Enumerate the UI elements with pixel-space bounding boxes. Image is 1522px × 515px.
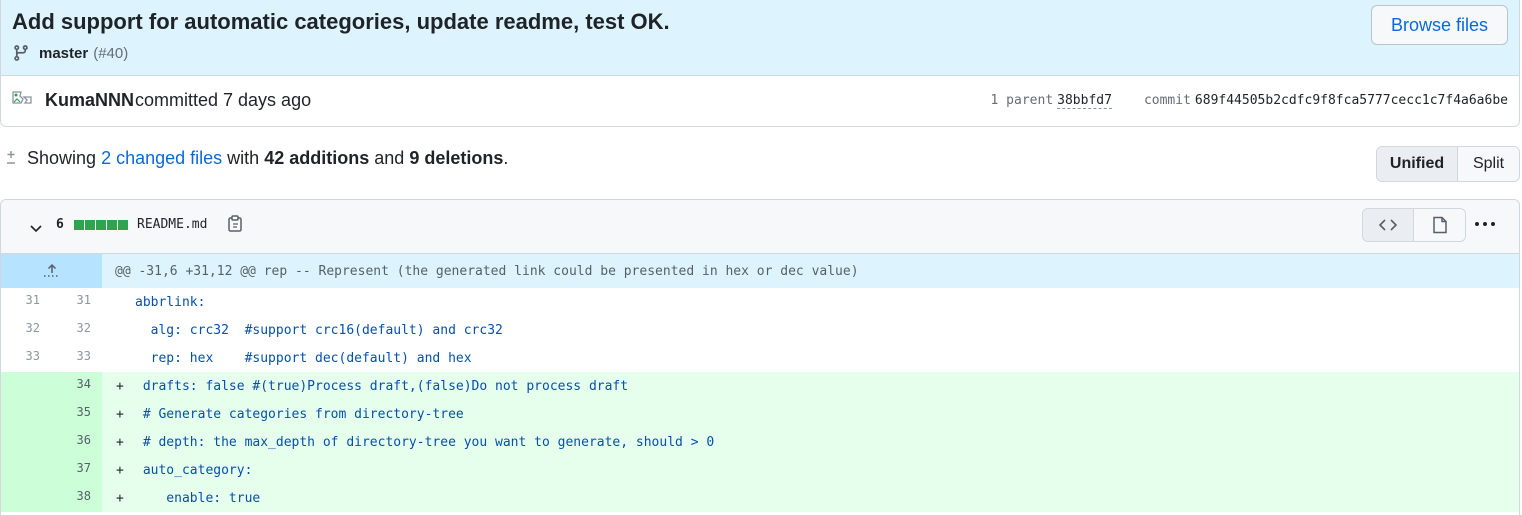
diff-marker: +	[116, 407, 124, 422]
old-line-number[interactable]	[1, 400, 51, 428]
old-line-number[interactable]: 31	[1, 288, 51, 316]
code-line: + # Generate categories from directory-t…	[102, 400, 1519, 428]
diff-stat-block	[107, 220, 117, 230]
code-text: drafts: false #(true)Process draft,(fals…	[135, 379, 629, 394]
new-line-number[interactable]: 36	[51, 428, 102, 456]
code-line: + auto_category:	[102, 456, 1519, 484]
diff-line-context: 33 33 rep: hex #support dec(default) and …	[1, 344, 1519, 372]
new-line-number[interactable]: 38	[51, 484, 102, 512]
code-line: + # depth: the max_depth of directory-tr…	[102, 428, 1519, 456]
new-line-number[interactable]: 34	[51, 372, 102, 400]
old-line-number[interactable]: 33	[1, 344, 51, 372]
diff-marker: +	[116, 491, 124, 506]
source-diff-button[interactable]	[1363, 209, 1414, 241]
diff-stat-block	[96, 220, 106, 230]
file-view-tools	[1362, 208, 1466, 242]
diff-table: @@ -31,6 +31,12 @@ rep -- Represent (the…	[1, 254, 1519, 512]
old-line-number[interactable]	[1, 456, 51, 484]
old-line-number[interactable]: 32	[1, 316, 51, 344]
parent-label: 1 parent	[990, 93, 1054, 108]
deletions-count: 9 deletions	[409, 148, 504, 168]
diff-view-toggle: Unified Split	[1376, 146, 1520, 182]
new-line-number[interactable]: 35	[51, 400, 102, 428]
code-text: abbrlink:	[135, 295, 206, 310]
commit-title-bar: Add support for automatic categories, up…	[1, 0, 1519, 76]
diff-line-added: 38 + enable: true	[1, 484, 1519, 512]
old-line-number[interactable]	[1, 484, 51, 512]
commit-sha-info: 1 parent 38bbfd7 commit 689f44505b2cdfc9…	[991, 93, 1508, 109]
old-line-number[interactable]	[1, 428, 51, 456]
file-diff: 6 README.md @@ -31,6 +31,12 @@ rep -- Re…	[0, 199, 1520, 515]
unfold-up-icon	[43, 263, 57, 277]
diff-line-context: 31 31 abbrlink:	[1, 288, 1519, 316]
file-header: 6 README.md	[1, 200, 1519, 254]
new-line-number[interactable]: 31	[51, 288, 102, 316]
code-line: + enable: true	[102, 484, 1519, 512]
diff-icon	[7, 150, 15, 164]
diff-line-added: 35 + # Generate categories from directory…	[1, 400, 1519, 428]
diff-stat-block	[74, 220, 84, 230]
file-change-count: 6	[56, 217, 64, 232]
branch-row: master (#40)	[12, 44, 128, 62]
diff-line-added: 36 + # depth: the max_depth of directory-…	[1, 428, 1519, 456]
diff-line-added: 37 + auto_category:	[1, 456, 1519, 484]
expand-up-button[interactable]	[1, 254, 102, 288]
code-text: enable: true	[135, 491, 261, 506]
commit-time: committed 7 days ago	[135, 90, 312, 110]
code-line: abbrlink:	[102, 288, 1519, 316]
file-icon	[1432, 216, 1447, 234]
and-label: and	[374, 148, 405, 168]
parent-sha-link[interactable]: 38bbfd7	[1057, 93, 1112, 109]
commit-sha: 689f44505b2cdfc9f8fca5777cecc1c7f4a6a6be	[1194, 93, 1508, 108]
old-line-number[interactable]	[1, 372, 51, 400]
commit-author[interactable]: KumaNNN	[45, 90, 134, 111]
browse-files-button[interactable]: Browse files	[1371, 5, 1508, 45]
copy-icon[interactable]	[227, 215, 243, 233]
code-line: + drafts: false #(true)Process draft,(fa…	[102, 372, 1519, 400]
diff-stat-block	[118, 220, 128, 230]
diff-summary: Showing 2 changed files with 42 addition…	[0, 148, 508, 169]
code-text: # Generate categories from directory-tre…	[135, 407, 464, 422]
rich-diff-button[interactable]	[1414, 209, 1465, 241]
new-line-number[interactable]: 32	[51, 316, 102, 344]
new-line-number[interactable]: 33	[51, 344, 102, 372]
summary-period: .	[503, 148, 509, 168]
chevron-down-icon[interactable]	[28, 220, 44, 236]
file-name-link[interactable]: README.md	[137, 217, 207, 232]
git-branch-icon	[14, 45, 28, 61]
diff-marker: +	[116, 435, 124, 450]
broken-avatar-icon[interactable]	[10, 88, 34, 112]
additions-count: 42 additions	[264, 148, 370, 168]
hunk-header: @@ -31,6 +31,12 @@ rep -- Represent (the…	[1, 254, 1519, 288]
showing-label: Showing	[27, 148, 97, 168]
code-line: alg: crc32 #support crc16(default) and c…	[102, 316, 1519, 344]
diff-marker: +	[116, 379, 124, 394]
code-text: # depth: the max_depth of directory-tree…	[135, 435, 715, 450]
new-line-number[interactable]: 37	[51, 456, 102, 484]
diff-stat-block	[85, 220, 95, 230]
kebab-horizontal-icon[interactable]	[1475, 216, 1497, 232]
code-text: alg: crc32 #support crc16(default) and c…	[135, 323, 503, 338]
commit-header: Add support for automatic categories, up…	[0, 0, 1520, 127]
branch-link[interactable]: master	[39, 45, 88, 62]
diff-line-added: 34 + drafts: false #(true)Process draft,(…	[1, 372, 1519, 400]
code-icon	[1378, 219, 1398, 231]
diff-marker: +	[116, 463, 124, 478]
code-text: auto_category:	[135, 463, 253, 478]
commit-title: Add support for automatic categories, up…	[12, 9, 670, 34]
split-view-button[interactable]: Split	[1458, 147, 1519, 181]
code-text: rep: hex #support dec(default) and hex	[135, 351, 472, 366]
hunk-header-text: @@ -31,6 +31,12 @@ rep -- Represent (the…	[115, 263, 859, 279]
code-line: rep: hex #support dec(default) and hex	[102, 344, 1519, 372]
unified-view-button[interactable]: Unified	[1377, 147, 1458, 181]
commit-label: commit	[1143, 93, 1191, 108]
with-label: with	[227, 148, 260, 168]
pr-link[interactable]: (#40)	[93, 45, 128, 62]
changed-files-link[interactable]: 2 changed files	[101, 148, 222, 169]
diff-line-context: 32 32 alg: crc32 #support crc16(default) …	[1, 316, 1519, 344]
commit-meta: KumaNNN committed 7 days ago 1 parent 38…	[1, 76, 1519, 126]
diff-stat-bar	[74, 220, 128, 230]
